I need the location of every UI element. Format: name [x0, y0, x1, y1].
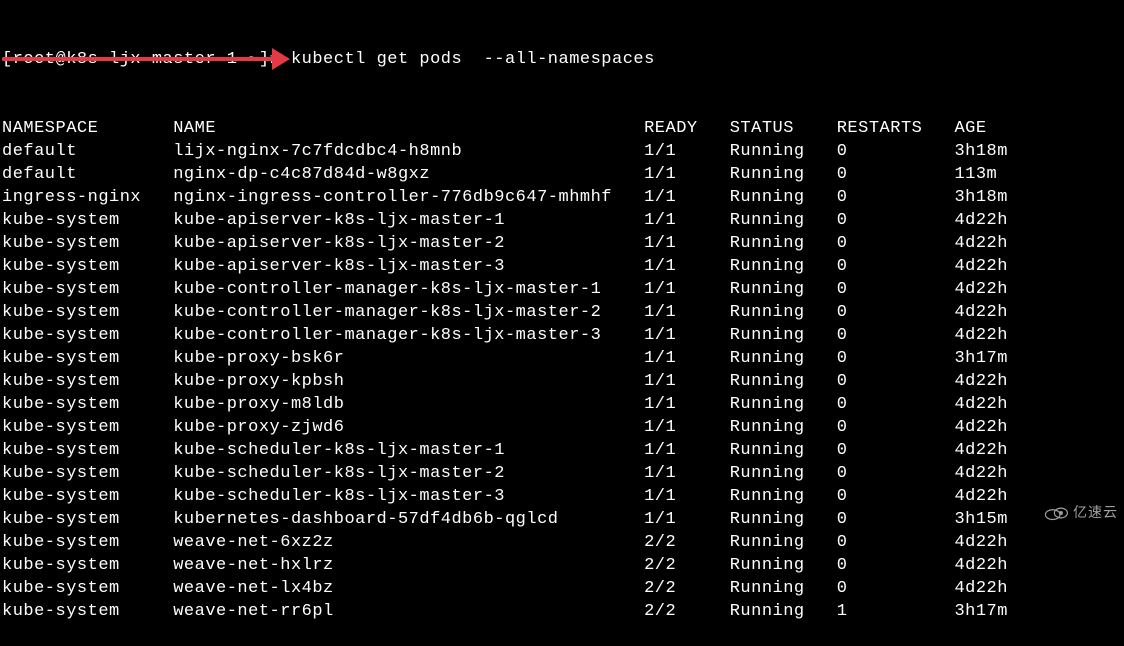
table-row: kube-system kube-proxy-m8ldb 1/1 Running… — [2, 393, 1124, 416]
table-row: kube-system kube-apiserver-k8s-ljx-maste… — [2, 232, 1124, 255]
table-row: kube-system kube-controller-manager-k8s-… — [2, 324, 1124, 347]
terminal-output[interactable]: [root@k8s-ljx-master-1 ~]# kubectl get p… — [0, 0, 1124, 646]
redaction-arrow-line — [2, 57, 280, 61]
table-header: NAMESPACE NAME READY STATUS RESTARTS AGE — [2, 117, 1124, 140]
table-row: kube-system kube-apiserver-k8s-ljx-maste… — [2, 209, 1124, 232]
table-row: default lijx-nginx-7c7fdcdbc4-h8mnb 1/1 … — [2, 140, 1124, 163]
table-row: kube-system weave-net-lx4bz 2/2 Running … — [2, 577, 1124, 600]
table-row: kube-system kube-proxy-zjwd6 1/1 Running… — [2, 416, 1124, 439]
table-row: kube-system weave-net-hxlrz 2/2 Running … — [2, 554, 1124, 577]
cloud-logo-icon — [1043, 504, 1069, 522]
table-row: kube-system kube-controller-manager-k8s-… — [2, 301, 1124, 324]
table-row: default nginx-dp-c4c87d84d-w8gxz 1/1 Run… — [2, 163, 1124, 186]
prompt-line: [root@k8s-ljx-master-1 ~]# kubectl get p… — [2, 48, 1124, 71]
table-row: kube-system weave-net-6xz2z 2/2 Running … — [2, 531, 1124, 554]
table-row: ingress-nginx nginx-ingress-controller-7… — [2, 186, 1124, 209]
table-row: kube-system kube-scheduler-k8s-ljx-maste… — [2, 485, 1124, 508]
table-row: kube-system kube-scheduler-k8s-ljx-maste… — [2, 462, 1124, 485]
watermark-text: 亿速云 — [1073, 501, 1118, 524]
table-row: kube-system kube-apiserver-k8s-ljx-maste… — [2, 255, 1124, 278]
table-row: kube-system weave-net-rr6pl 2/2 Running … — [2, 600, 1124, 623]
table-row: kube-system kube-controller-manager-k8s-… — [2, 278, 1124, 301]
table-row: kube-system kube-scheduler-k8s-ljx-maste… — [2, 439, 1124, 462]
pods-table: NAMESPACE NAME READY STATUS RESTARTS AGE… — [2, 117, 1124, 623]
table-row: kube-system kube-proxy-kpbsh 1/1 Running… — [2, 370, 1124, 393]
table-row: kube-system kubernetes-dashboard-57df4db… — [2, 508, 1124, 531]
table-row: kube-system kube-proxy-bsk6r 1/1 Running… — [2, 347, 1124, 370]
watermark: 亿速云 — [1043, 501, 1118, 524]
redaction-arrow-head-icon — [272, 48, 290, 70]
